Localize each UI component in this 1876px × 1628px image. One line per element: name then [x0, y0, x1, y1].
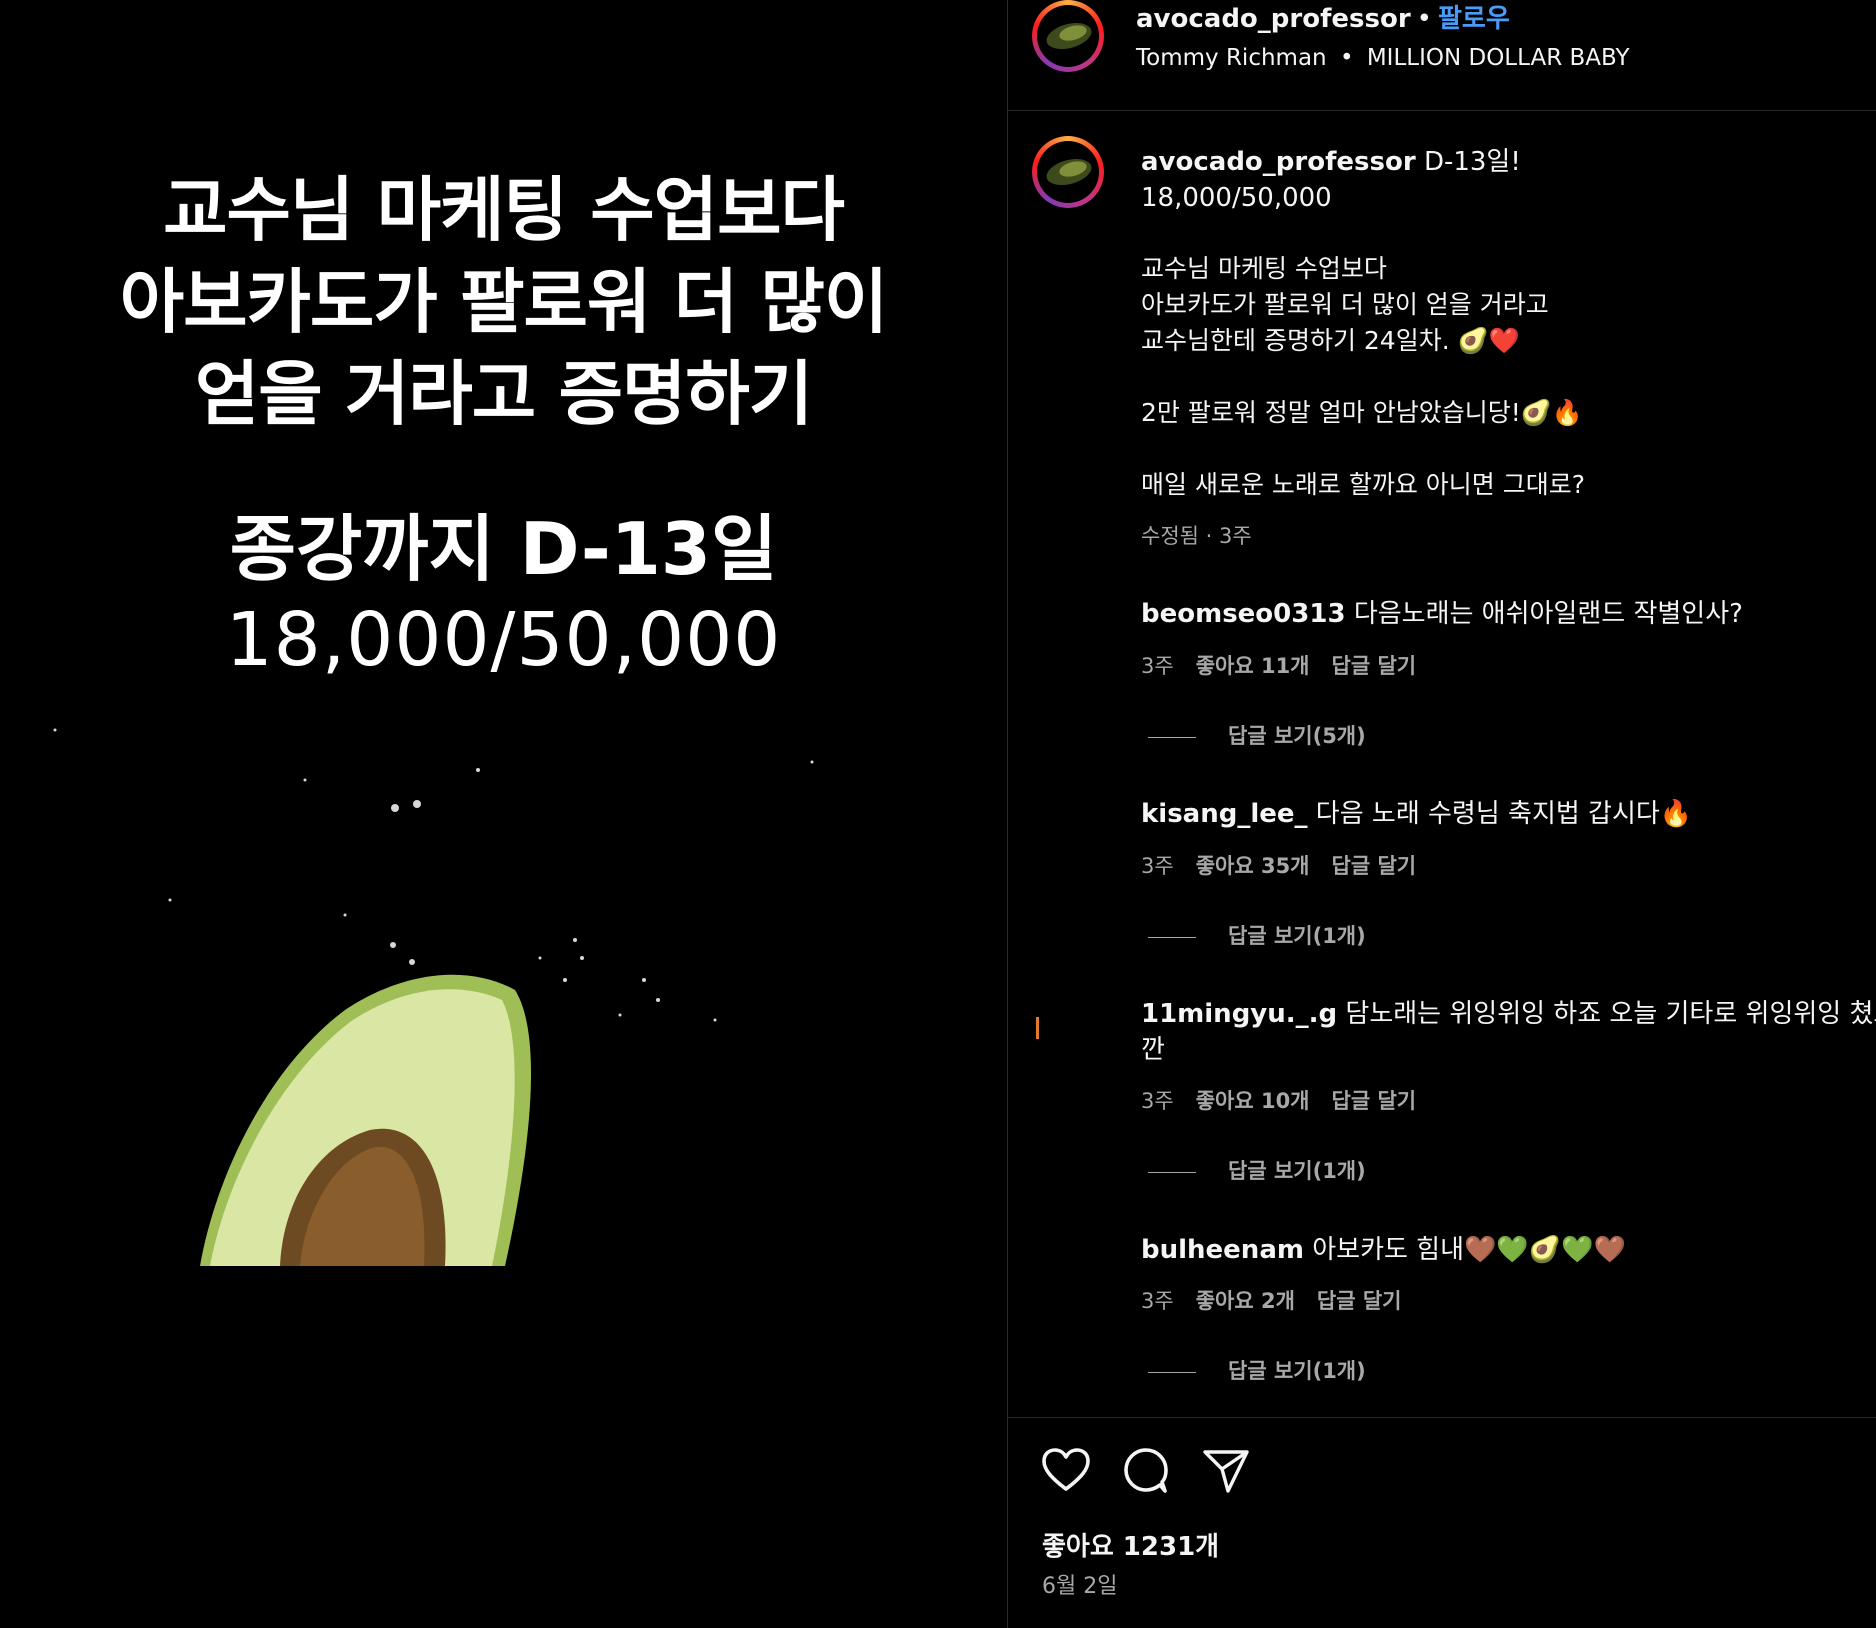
comment-likes[interactable]: 좋아요 10개	[1196, 1089, 1310, 1113]
follow-button[interactable]: 팔로우	[1438, 4, 1510, 34]
comment-text: 아보카도 힘내🤎💚🥑💚🤎	[1312, 1235, 1626, 1265]
comment-icon[interactable]	[1120, 1445, 1172, 1497]
comment-text-cont: 깐	[1141, 1035, 1165, 1065]
share-icon[interactable]	[1200, 1445, 1252, 1497]
comment-likes[interactable]: 좋아요 11개	[1196, 654, 1310, 678]
reply-button[interactable]: 답글 달기	[1317, 1289, 1402, 1313]
view-replies-label: 답글 보기(5개)	[1228, 724, 1366, 748]
heart-icon[interactable]	[1040, 1445, 1092, 1497]
avocado-avatar-icon	[1046, 22, 1092, 50]
comment: 11mingyu._.g 담노래는 위잉위잉 하죠 오늘 기타로 위잉위잉 쳤으	[1141, 996, 1876, 1032]
overlay-follower-count: 18,000/50,000	[225, 597, 782, 683]
reply-button[interactable]: 답글 달기	[1332, 1089, 1417, 1113]
overlay-dday: 종강까지 D-13일	[229, 507, 778, 591]
view-replies-label: 답글 보기(1개)	[1228, 924, 1366, 948]
comment: bulheenam 아보카도 힘내🤎💚🥑💚🤎	[1141, 1232, 1626, 1268]
comment-username[interactable]: 11mingyu._.g	[1141, 999, 1337, 1029]
comment-time[interactable]: 3주	[1141, 1089, 1174, 1113]
comment-time[interactable]: 3주	[1141, 1289, 1174, 1313]
header-divider	[1008, 110, 1876, 111]
dash-line	[1148, 1371, 1196, 1373]
caption-meta: 수정됨 · 3주	[1141, 524, 1252, 548]
view-replies-button[interactable]: 답글 보기(1개)	[1148, 1355, 1366, 1385]
caption-counts: 18,000/50,000	[1141, 183, 1332, 213]
dash-line	[1148, 936, 1196, 938]
comment-text: 담노래는 위잉위잉 하죠 오늘 기타로 위잉위잉 쳤으	[1345, 999, 1876, 1029]
dash-line	[1148, 1171, 1196, 1173]
comment-likes[interactable]: 좋아요 2개	[1196, 1289, 1295, 1313]
comment-actions: 3주 좋아요 10개 답글 달기	[1141, 1085, 1438, 1115]
comment-text: 다음노래는 애쉬아일랜드 작별인사?	[1353, 599, 1743, 629]
view-replies-label: 답글 보기(1개)	[1228, 1359, 1366, 1383]
post-media[interactable]: 교수님 마케팅 수업보다 아보카도가 팔로워 더 많이 얻을 거라고 증명하기 …	[0, 0, 1007, 1628]
caption-title: D-13일!	[1423, 147, 1521, 177]
post-details-panel: avocado_professor • 팔로우 Tommy Richman • MI…	[1008, 0, 1876, 1628]
overlay-title-line-2: 아보카도가 팔로워 더 많이	[119, 261, 889, 343]
comment-actions: 3주 좋아요 2개 답글 달기	[1141, 1285, 1423, 1315]
likes-count[interactable]: 좋아요 1231개	[1042, 1526, 1219, 1563]
commenter-avatar[interactable]	[1032, 1015, 1104, 1041]
comment-likes[interactable]: 좋아요 35개	[1196, 854, 1310, 878]
separator-dot: •	[1339, 45, 1354, 71]
caption-line: 2만 팔로워 정말 얼마 안남았습니당!🥑🔥	[1141, 398, 1583, 427]
overlay-title-line-1: 교수님 마케팅 수업보다	[163, 169, 845, 251]
overlay-title-line-3: 얻을 거라고 증명하기	[194, 353, 813, 435]
comment: beomseo0313 다음노래는 애쉬아일랜드 작별인사?	[1141, 596, 1743, 632]
dash-line	[1148, 736, 1196, 738]
caption-line: 아보카도가 팔로워 더 많이 얻을 거라고	[1141, 290, 1549, 319]
avocado-image	[53, 728, 814, 1266]
reply-button[interactable]: 답글 달기	[1332, 654, 1417, 678]
reply-button[interactable]: 답글 달기	[1332, 854, 1417, 878]
comment-username[interactable]: bulheenam	[1141, 1235, 1304, 1265]
comment-text: 다음 노래 수령님 축지법 갑시다🔥	[1315, 799, 1693, 829]
footer-divider	[1008, 1417, 1876, 1418]
comment: kisang_lee_ 다음 노래 수령님 축지법 갑시다🔥	[1141, 796, 1692, 832]
view-replies-button[interactable]: 답글 보기(5개)	[1148, 720, 1366, 750]
music-artist[interactable]: Tommy Richman	[1136, 45, 1327, 71]
comment-username[interactable]: kisang_lee_	[1141, 799, 1308, 829]
comment-time[interactable]: 3주	[1141, 854, 1174, 878]
comment-actions: 3주 좋아요 35개 답글 달기	[1141, 850, 1438, 880]
view-replies-button[interactable]: 답글 보기(1개)	[1148, 920, 1366, 950]
post-date[interactable]: 6월 2일	[1042, 1568, 1117, 1600]
avocado-avatar-icon	[1046, 158, 1092, 186]
caption-header: avocado_professor D-13일!	[1141, 144, 1521, 180]
view-replies-label: 답글 보기(1개)	[1228, 1159, 1366, 1183]
comment-actions: 3주 좋아요 11개 답글 달기	[1141, 650, 1438, 680]
author-username[interactable]: avocado_professor	[1136, 4, 1411, 34]
separator-dot: •	[1416, 4, 1433, 34]
caption-avatar[interactable]	[1032, 136, 1104, 208]
caption-line: 교수님한테 증명하기 24일차. 🥑❤️	[1141, 326, 1520, 355]
comment-time[interactable]: 3주	[1141, 654, 1174, 678]
view-replies-button[interactable]: 답글 보기(1개)	[1148, 1155, 1366, 1185]
music-info[interactable]: Tommy Richman • MILLION DOLLAR BABY	[1136, 43, 1630, 73]
author-avatar[interactable]	[1032, 0, 1104, 72]
caption-line: 매일 새로운 노래로 할까요 아니면 그대로?	[1141, 470, 1586, 499]
caption-line: 교수님 마케팅 수업보다	[1141, 254, 1387, 283]
comment-username[interactable]: beomseo0313	[1141, 599, 1346, 629]
caption-username[interactable]: avocado_professor	[1141, 147, 1416, 177]
music-title[interactable]: MILLION DOLLAR BABY	[1367, 45, 1630, 71]
